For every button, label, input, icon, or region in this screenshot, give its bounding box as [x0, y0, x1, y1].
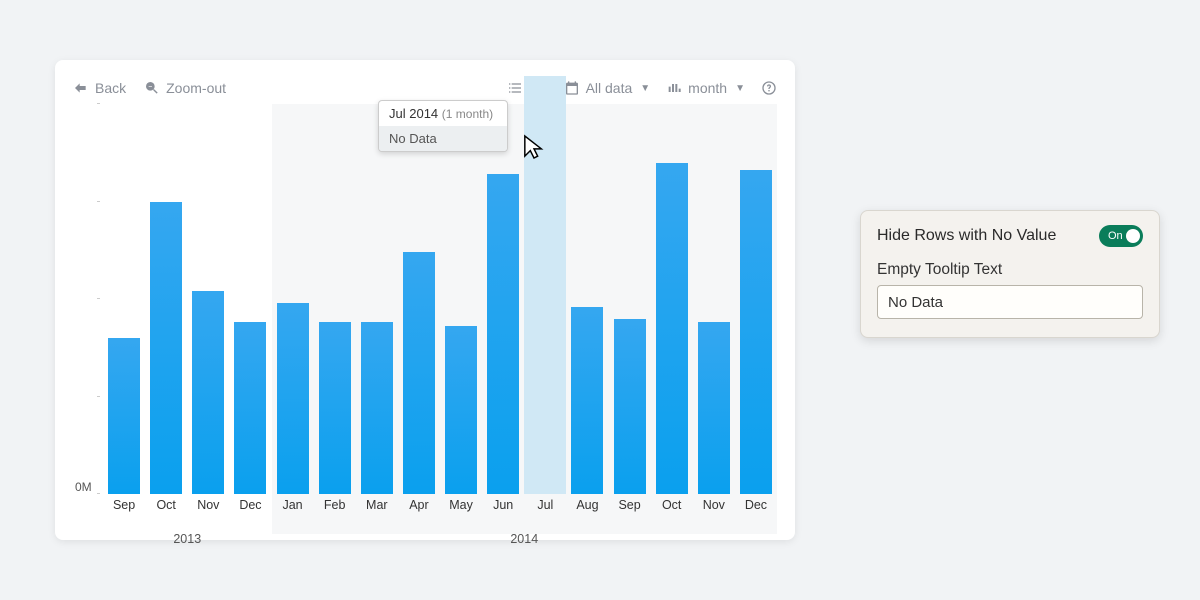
month-label: month — [688, 80, 727, 96]
hide-rows-label: Hide Rows with No Value — [877, 227, 1056, 245]
empty-tooltip-label: Empty Tooltip Text — [877, 261, 1143, 279]
bar[interactable] — [150, 202, 182, 495]
x-tick-label: Dec — [735, 494, 777, 512]
tooltip: Jul 2014 (1 month) No Data — [378, 100, 508, 152]
bar-slot[interactable]: Nov — [187, 104, 229, 494]
plot-area[interactable]: 0M SepOctNovDecJanFebMarAprMayJunJulAugS… — [103, 104, 777, 494]
x-tick-label: Apr — [398, 494, 440, 512]
chevron-down-icon: ▼ — [735, 83, 745, 94]
tooltip-body: No Data — [379, 126, 507, 151]
chevron-down-icon: ▼ — [640, 83, 650, 94]
bar-slot[interactable]: May — [440, 104, 482, 494]
bar[interactable] — [740, 170, 772, 494]
bar[interactable] — [192, 291, 224, 494]
help-icon — [761, 80, 777, 96]
bar[interactable] — [108, 338, 140, 494]
bar-slot[interactable]: Jul — [524, 104, 566, 494]
chart-card: Back Zoom-out Lin All data ▼ month ▼ — [55, 60, 795, 540]
settings-panel: Hide Rows with No Value On Empty Tooltip… — [860, 210, 1160, 338]
zoom-out-button[interactable]: Zoom-out — [144, 80, 226, 96]
x-tick-label: Oct — [145, 494, 187, 512]
x-tick-label: Jun — [482, 494, 524, 512]
bar-slot[interactable]: Aug — [566, 104, 608, 494]
chart-toolbar: Back Zoom-out Lin All data ▼ month ▼ — [73, 80, 777, 96]
bar[interactable] — [445, 326, 477, 494]
help-button[interactable] — [761, 80, 777, 96]
bar[interactable] — [319, 322, 351, 494]
back-label: Back — [95, 80, 126, 96]
bar[interactable] — [571, 307, 603, 494]
month-dropdown[interactable]: month ▼ — [666, 80, 745, 96]
x-tick-label: Jan — [272, 494, 314, 512]
bar[interactable] — [698, 322, 730, 494]
year-label: 2014 — [510, 532, 538, 546]
bar-slot[interactable]: Jan — [272, 104, 314, 494]
bar-slot[interactable]: Mar — [356, 104, 398, 494]
bar-slot[interactable]: Oct — [145, 104, 187, 494]
all-data-label: All data — [586, 80, 633, 96]
bar[interactable] — [614, 319, 646, 495]
cursor-icon — [523, 134, 545, 160]
bar-slot[interactable]: Sep — [103, 104, 145, 494]
back-button[interactable]: Back — [73, 80, 126, 96]
x-tick-label: Oct — [651, 494, 693, 512]
x-tick-label: Sep — [609, 494, 651, 512]
back-arrow-icon — [73, 80, 89, 96]
list-icon — [507, 80, 523, 96]
bar[interactable] — [487, 174, 519, 494]
bar-slot[interactable]: Apr — [398, 104, 440, 494]
x-tick-label: May — [440, 494, 482, 512]
bar-slot[interactable]: Dec — [735, 104, 777, 494]
bar-slot[interactable]: Dec — [229, 104, 271, 494]
x-tick-label: Sep — [103, 494, 145, 512]
toggle-text: On — [1108, 230, 1123, 242]
bar-slot[interactable]: Sep — [609, 104, 651, 494]
y-axis-label: 0M — [75, 480, 92, 494]
year-label: 2013 — [173, 532, 201, 546]
x-tick-label: Aug — [566, 494, 608, 512]
tooltip-title: Jul 2014 — [389, 106, 438, 121]
x-tick-label: Dec — [229, 494, 271, 512]
bar[interactable] — [234, 322, 266, 494]
bar-slot[interactable]: Oct — [651, 104, 693, 494]
x-tick-label: Mar — [356, 494, 398, 512]
x-tick-label: Nov — [693, 494, 735, 512]
toggle-knob — [1126, 229, 1140, 243]
bar-slot[interactable]: Feb — [314, 104, 356, 494]
bar-slot[interactable]: Nov — [693, 104, 735, 494]
tooltip-subtitle: (1 month) — [442, 107, 493, 121]
bar[interactable] — [656, 163, 688, 495]
all-data-dropdown[interactable]: All data ▼ — [564, 80, 651, 96]
zoom-out-label: Zoom-out — [166, 80, 226, 96]
bar-chart-icon — [666, 80, 682, 96]
hide-rows-toggle[interactable]: On — [1099, 225, 1143, 247]
bars-container: SepOctNovDecJanFebMarAprMayJunJulAugSepO… — [103, 104, 777, 494]
x-tick-label: Nov — [187, 494, 229, 512]
empty-tooltip-input[interactable] — [877, 285, 1143, 319]
x-tick-label: Feb — [314, 494, 356, 512]
bar[interactable] — [277, 303, 309, 494]
bar[interactable] — [403, 252, 435, 494]
zoom-out-icon — [144, 80, 160, 96]
bar[interactable] — [361, 322, 393, 494]
x-tick-label: Jul — [524, 494, 566, 512]
bar-slot[interactable]: Jun — [482, 104, 524, 494]
